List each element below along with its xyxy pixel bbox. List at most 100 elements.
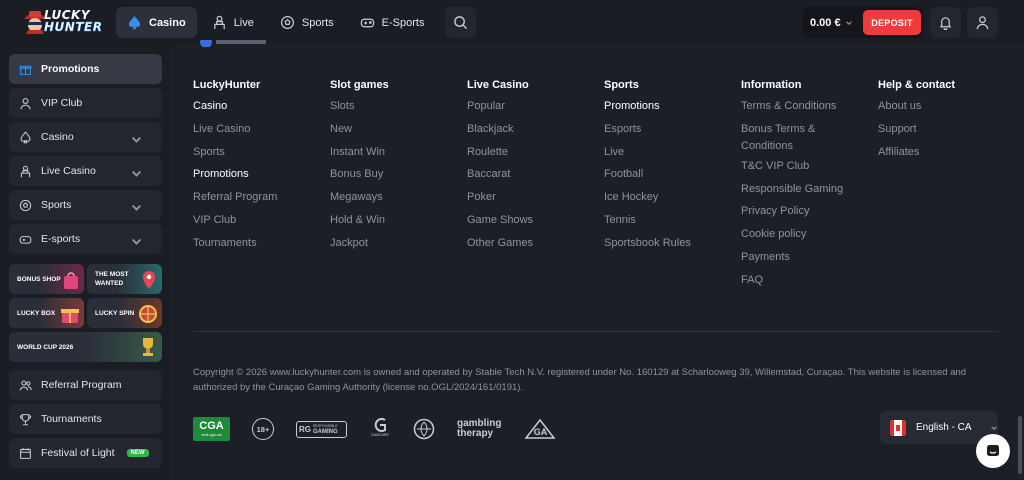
age-18-logo[interactable]: 18+ bbox=[252, 418, 274, 440]
gamcare-logo[interactable]: GAMCARE bbox=[369, 417, 391, 441]
trophy-icon bbox=[143, 338, 153, 356]
nav-live-label: Live bbox=[233, 16, 254, 29]
dealer-icon bbox=[213, 15, 225, 30]
footer-link[interactable]: Sportsbook Rules bbox=[604, 237, 691, 249]
footer-link[interactable]: T&C VIP Club bbox=[741, 160, 861, 172]
sidebar-item-live-casino[interactable]: Live Casino bbox=[9, 156, 162, 186]
footer-link[interactable]: Responsible Gaming bbox=[741, 183, 861, 195]
footer-link[interactable]: Live Casino bbox=[193, 123, 277, 135]
footer-link[interactable]: Slots bbox=[330, 101, 389, 112]
footer-link[interactable]: Referral Program bbox=[193, 192, 277, 203]
top-header: LUCKY HUNTER Casino Live Sports E-Sports… bbox=[0, 0, 1024, 45]
footer-link[interactable]: Esports bbox=[604, 123, 691, 135]
footer-link[interactable]: Live bbox=[604, 146, 691, 158]
col-title: Help & contact bbox=[878, 79, 956, 91]
sidebar-item-label: Casino bbox=[41, 131, 74, 143]
responsible-gaming-logo[interactable]: RG RESPONSIBLE GAMING bbox=[296, 420, 347, 438]
lucky-hunter-logo[interactable]: LUCKY HUNTER bbox=[22, 6, 102, 38]
wheel-icon bbox=[139, 305, 157, 323]
gambling-therapy-logo[interactable]: gambling therapy bbox=[457, 419, 501, 439]
sidebar-item-casino[interactable]: Casino bbox=[9, 122, 162, 152]
nav-esports[interactable]: E-Sports bbox=[349, 7, 436, 38]
footer-link[interactable]: Terms & Conditions bbox=[741, 101, 861, 112]
license-logos: CGA cert.cga.cw 18+ RG RESPONSIBLE GAMIN… bbox=[193, 416, 557, 442]
gambling-therapy-line2: therapy bbox=[457, 428, 494, 439]
sidebar-item-promotions[interactable]: Promotions bbox=[9, 54, 162, 84]
profile-button[interactable] bbox=[967, 7, 998, 38]
chevron-down-icon bbox=[131, 204, 142, 211]
sidebar-item-label: Promotions bbox=[41, 63, 100, 75]
tile-lucky-box[interactable]: LUCKY BOX bbox=[9, 298, 84, 328]
sidebar-item-label: Festival of Light bbox=[41, 447, 115, 459]
footer-link[interactable]: Affiliates bbox=[878, 146, 955, 158]
footer-link[interactable]: Poker bbox=[467, 192, 533, 203]
footer-link[interactable]: Hold & Win bbox=[330, 214, 389, 226]
footer-link[interactable]: Game Shows bbox=[467, 214, 533, 226]
sidebar-item-sports[interactable]: Sports bbox=[9, 190, 162, 220]
tile-most-wanted[interactable]: THE MOST WANTED bbox=[87, 264, 162, 294]
site-footer: LuckyHunter Casino Live Casino Sports Pr… bbox=[171, 37, 1024, 480]
gordon-moody-logo[interactable] bbox=[413, 418, 435, 440]
cga-logo[interactable]: CGA cert.cga.cw bbox=[193, 417, 230, 441]
footer-link[interactable]: Bonus Terms & Conditions bbox=[741, 121, 831, 155]
sidebar-item-referral[interactable]: Referral Program bbox=[9, 370, 162, 400]
nav-live[interactable]: Live bbox=[201, 7, 265, 38]
footer-link[interactable]: Football bbox=[604, 169, 691, 180]
footer-link[interactable]: Payments bbox=[741, 251, 861, 263]
footer-link[interactable]: Ice Hockey bbox=[604, 192, 691, 203]
nav-sports[interactable]: Sports bbox=[269, 7, 345, 38]
gamcare-icon bbox=[374, 418, 386, 432]
footer-link[interactable]: Bonus Buy bbox=[330, 169, 389, 180]
footer-link[interactable]: Tournaments bbox=[193, 237, 277, 249]
footer-link[interactable]: Popular bbox=[467, 101, 533, 112]
footer-link[interactable]: Roulette bbox=[467, 146, 533, 158]
live-chat-button[interactable] bbox=[976, 434, 1010, 468]
ga-logo[interactable]: GA bbox=[523, 418, 557, 440]
tile-lucky-spin[interactable]: LUCKY SPIN bbox=[87, 298, 162, 328]
sidebar-item-tournaments[interactable]: Tournaments bbox=[9, 404, 162, 434]
tile-world-cup[interactable]: WORLD CUP 2026 bbox=[9, 332, 162, 362]
footer-link[interactable]: Blackjack bbox=[467, 123, 533, 135]
footer-link[interactable]: Instant Win bbox=[330, 146, 389, 158]
sidebar: Promotions VIP Club Casino Live Casino S… bbox=[0, 45, 171, 480]
footer-col-slot-games: Slot games Slots New Instant Win Bonus B… bbox=[330, 79, 389, 261]
footer-link[interactable]: Support bbox=[878, 123, 955, 135]
footer-link[interactable]: New bbox=[330, 123, 389, 135]
football-icon bbox=[280, 15, 294, 30]
chevron-down-icon bbox=[131, 136, 142, 143]
sidebar-item-esports[interactable]: E-sports bbox=[9, 224, 162, 254]
chevron-down-icon bbox=[845, 20, 852, 25]
notifications-button[interactable] bbox=[930, 7, 961, 38]
tile-bonus-shop[interactable]: BONUS SHOP bbox=[9, 264, 84, 294]
footer-link[interactable]: Promotions bbox=[604, 101, 691, 112]
gift-icon bbox=[19, 65, 32, 75]
footer-col-help-contact: Help & contact About us Support Affiliat… bbox=[878, 79, 955, 169]
footer-link[interactable]: Baccarat bbox=[467, 169, 533, 180]
trophy-icon bbox=[19, 413, 32, 425]
footer-link[interactable]: About us bbox=[878, 101, 955, 112]
footer-link[interactable]: Casino bbox=[193, 101, 277, 112]
footer-link[interactable]: FAQ bbox=[741, 274, 861, 286]
footer-link[interactable]: Other Games bbox=[467, 237, 533, 249]
deposit-button[interactable]: DEPOSIT bbox=[863, 10, 921, 35]
search-button[interactable] bbox=[445, 7, 477, 38]
nav-casino[interactable]: Casino bbox=[116, 7, 197, 38]
footer-link[interactable]: Megaways bbox=[330, 192, 389, 203]
sidebar-item-vip-club[interactable]: VIP Club bbox=[9, 88, 162, 118]
sidebar-item-label: Live Casino bbox=[41, 165, 96, 177]
nav-esports-label: E-Sports bbox=[381, 16, 425, 29]
sidebar-item-festival-of-light[interactable]: Festival of Light NEW bbox=[9, 438, 162, 468]
footer-link[interactable]: Sports bbox=[193, 146, 277, 158]
footer-link[interactable]: Privacy Policy bbox=[741, 206, 861, 217]
footer-link[interactable]: VIP Club bbox=[193, 214, 277, 226]
age-18-text: 18+ bbox=[256, 424, 270, 434]
chevron-down-icon bbox=[990, 425, 997, 430]
spade-icon bbox=[20, 130, 31, 143]
footer-link[interactable]: Tennis bbox=[604, 214, 691, 226]
vip-user-icon bbox=[20, 97, 31, 109]
footer-link[interactable]: Promotions bbox=[193, 169, 277, 180]
footer-link[interactable]: Jackpot bbox=[330, 237, 389, 249]
footer-col-sports: Sports Promotions Esports Live Football … bbox=[604, 79, 691, 261]
page-scrollbar[interactable] bbox=[1018, 416, 1022, 474]
footer-link[interactable]: Cookie policy bbox=[741, 229, 861, 240]
